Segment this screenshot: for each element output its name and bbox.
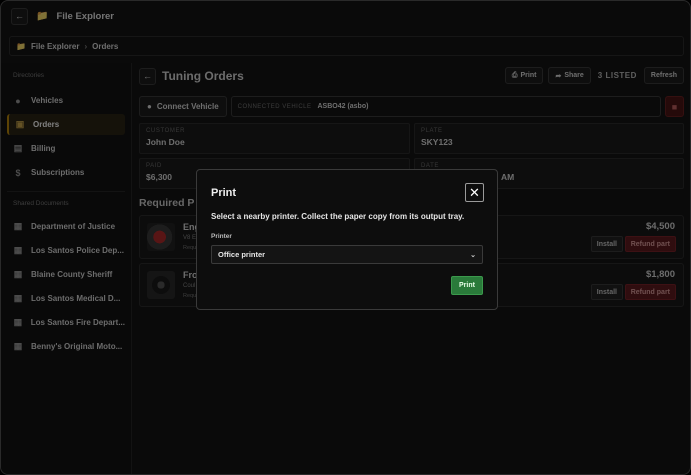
print-dialog: Print ✕ Select a nearby printer. Collect…	[196, 169, 498, 310]
printer-label: Printer	[211, 233, 232, 240]
app-window: ← 📁 File Explorer 📁 File Explorer › Orde…	[0, 0, 691, 475]
dialog-description: Select a nearby printer. Collect the pap…	[211, 212, 465, 221]
print-confirm-button[interactable]: Print	[451, 276, 483, 295]
dialog-title: Print	[211, 187, 237, 199]
printer-select[interactable]: Office printer ⌄	[211, 245, 483, 264]
close-icon: ✕	[469, 185, 480, 200]
printer-select-value: Office printer	[218, 250, 266, 259]
close-button[interactable]: ✕	[465, 183, 484, 202]
chevron-down-icon: ⌄	[470, 251, 476, 259]
